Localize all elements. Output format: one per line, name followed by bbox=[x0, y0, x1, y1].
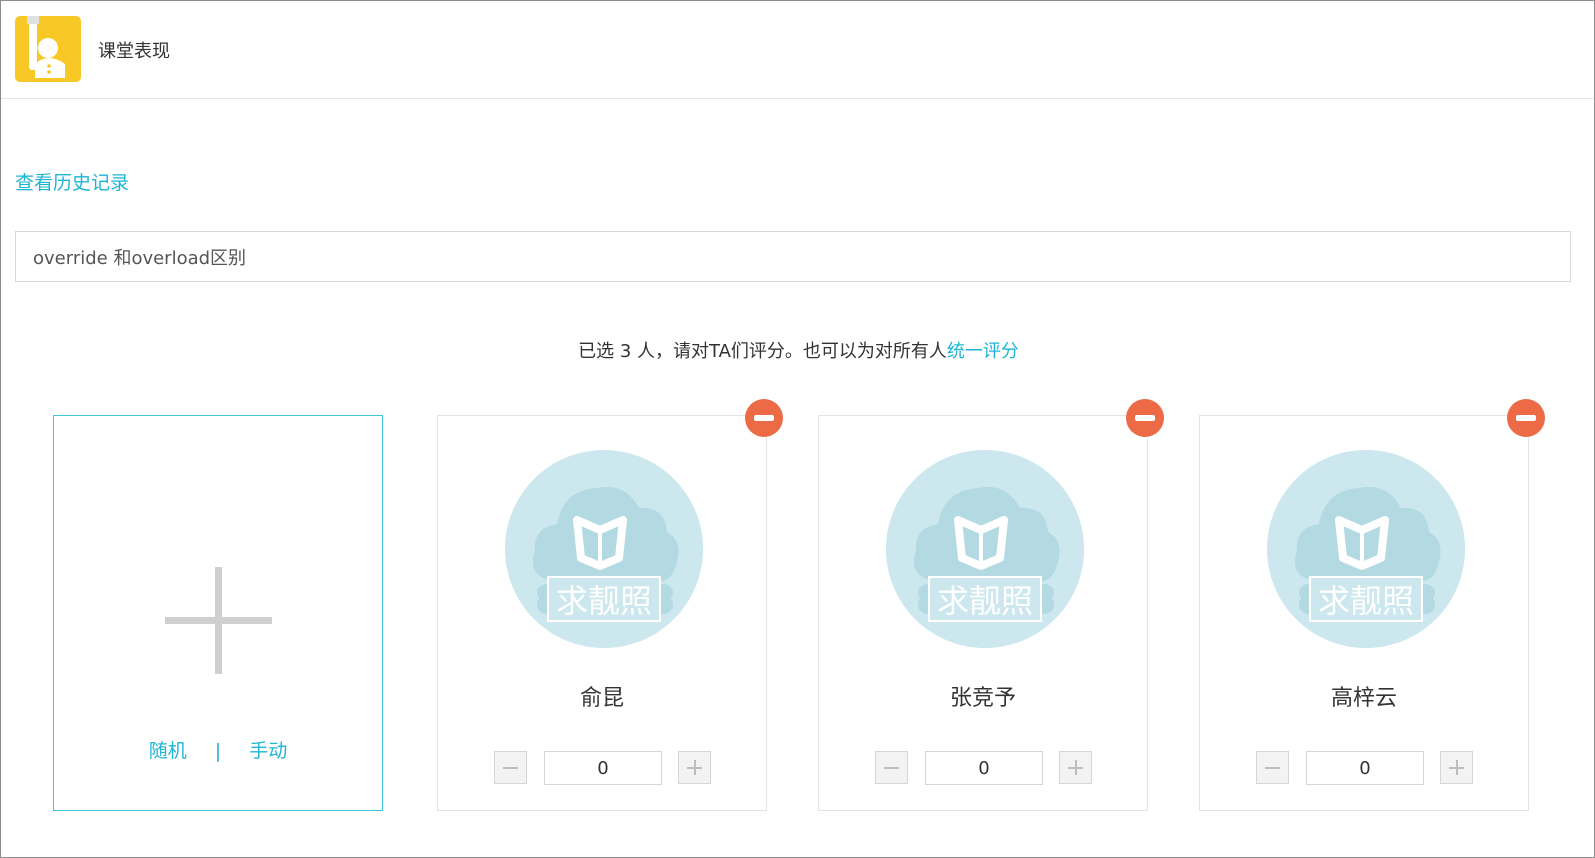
minus-icon bbox=[1265, 767, 1280, 769]
avatar-placeholder-text: 求靓照 bbox=[1318, 582, 1414, 620]
increase-score-button[interactable] bbox=[678, 751, 711, 784]
avatar-placeholder: 求靓照 bbox=[505, 450, 703, 648]
topic-input[interactable] bbox=[15, 231, 1571, 282]
selection-status-text: 已选 3 人，请对TA们评分。也可以为对所有人 bbox=[578, 341, 947, 362]
plus-icon-vertical bbox=[215, 567, 222, 674]
decrease-score-button[interactable] bbox=[875, 751, 908, 784]
unified-score-link[interactable]: 统一评分 bbox=[947, 341, 1019, 362]
avatar-placeholder: 求靓照 bbox=[1267, 450, 1465, 648]
minus-icon bbox=[884, 767, 899, 769]
student-name: 高梓云 bbox=[1330, 686, 1397, 711]
view-history-link[interactable]: 查看历史记录 bbox=[15, 168, 129, 195]
remove-student-button[interactable] bbox=[1507, 399, 1545, 437]
remove-student-button[interactable] bbox=[1126, 399, 1164, 437]
student-name: 俞昆 bbox=[579, 686, 624, 711]
student-card: 求靓照 俞昆 bbox=[437, 399, 783, 811]
page-frame: 课堂表现 查看历史记录 已选 3 人，请对TA们评分。也可以为对所有人统一评分 … bbox=[0, 0, 1595, 858]
remove-student-button[interactable] bbox=[745, 399, 783, 437]
add-actions: 随机 | 手动 bbox=[54, 736, 382, 763]
avatar-placeholder: 求靓照 bbox=[886, 450, 1084, 648]
student-card: 求靓照 张竞予 bbox=[818, 399, 1164, 811]
avatar-placeholder-text: 求靓照 bbox=[556, 582, 652, 620]
divider: | bbox=[214, 740, 222, 762]
classroom-app-icon bbox=[15, 16, 81, 82]
student-name: 张竞予 bbox=[949, 686, 1016, 711]
header: 课堂表现 bbox=[1, 1, 1594, 99]
app-title: 课堂表现 bbox=[98, 41, 170, 62]
manual-pick-button[interactable]: 手动 bbox=[249, 740, 287, 762]
increase-score-button[interactable] bbox=[1059, 751, 1092, 784]
decrease-score-button[interactable] bbox=[494, 751, 527, 784]
avatar-placeholder-text: 求靓照 bbox=[937, 582, 1033, 620]
selection-status: 已选 3 人，请对TA们评分。也可以为对所有人统一评分 bbox=[1, 337, 1595, 363]
random-pick-button[interactable]: 随机 bbox=[149, 740, 187, 762]
score-input[interactable] bbox=[1306, 751, 1424, 785]
score-input[interactable] bbox=[544, 751, 662, 785]
increase-score-button[interactable] bbox=[1440, 751, 1473, 784]
score-input[interactable] bbox=[925, 751, 1043, 785]
decrease-score-button[interactable] bbox=[1256, 751, 1289, 784]
minus-icon bbox=[503, 767, 518, 769]
add-student-card[interactable]: 随机 | 手动 bbox=[53, 415, 383, 811]
student-card: 求靓照 高梓云 bbox=[1199, 399, 1545, 811]
